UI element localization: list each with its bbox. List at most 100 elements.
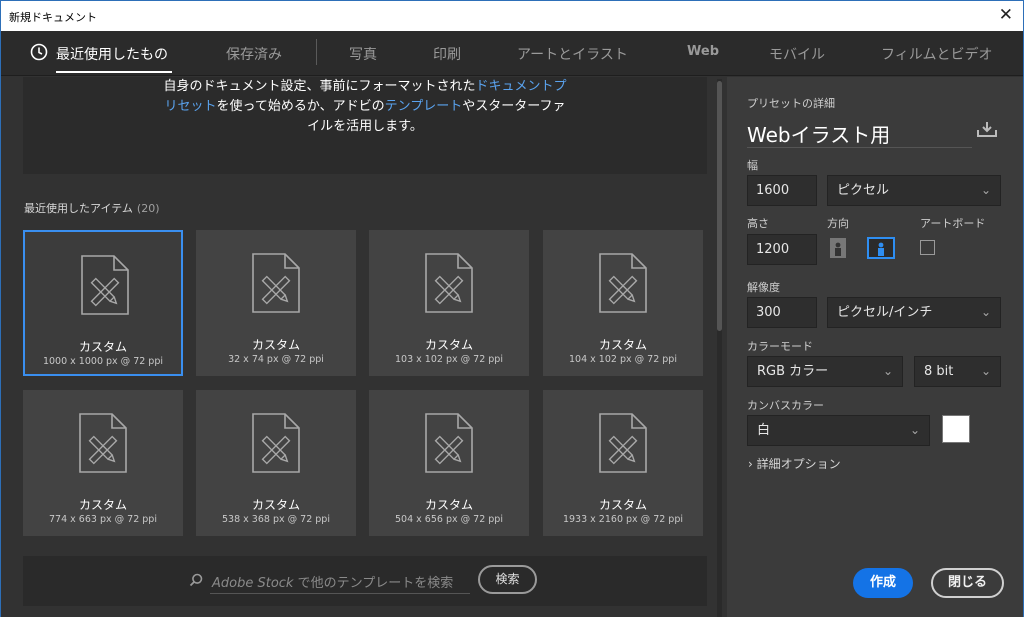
recent-item-card[interactable]: カスタム 1933 x 2160 px @ 72 ppi (543, 390, 703, 536)
resolution-label: 解像度 (747, 281, 780, 294)
recent-item-name: カスタム (78, 340, 127, 354)
advanced-options-toggle[interactable]: › 詳細オプション (748, 455, 841, 472)
document-template-icon (599, 413, 647, 473)
resolution-field[interactable]: 300 (747, 297, 817, 328)
document-template-icon (81, 255, 129, 315)
recent-item-name: カスタム (598, 498, 647, 512)
recent-item-dimensions: 103 x 102 px @ 72 ppi (395, 354, 503, 365)
recent-items-heading: 最近使用したアイテム (20) (24, 202, 160, 215)
create-button[interactable]: 作成 (853, 568, 913, 598)
preset-details-heading: プリセットの詳細 (747, 97, 835, 110)
resolution-unit-select[interactable]: ピクセル/インチ ⌄ (827, 297, 1001, 328)
preset-link[interactable]: リセット (165, 99, 217, 114)
close-icon[interactable]: ✕ (999, 5, 1013, 25)
recent-item-card[interactable]: カスタム 104 x 102 px @ 72 ppi (543, 230, 703, 376)
width-field[interactable]: 1600 (747, 175, 817, 206)
stock-search-input[interactable]: Adobe Stock で他のテンプレートを検索 (212, 572, 453, 591)
artboard-checkbox[interactable] (920, 240, 935, 255)
canvas-color-select[interactable]: 白 ⌄ (747, 415, 930, 446)
recent-item-dimensions: 104 x 102 px @ 72 ppi (569, 354, 677, 365)
resolution-unit-value: ピクセル/インチ (837, 305, 933, 320)
document-template-icon (425, 253, 473, 313)
recent-item-dimensions: 774 x 663 px @ 72 ppi (49, 514, 157, 525)
recent-item-dimensions: 1000 x 1000 px @ 72 ppi (42, 356, 164, 367)
bit-depth-value: 8 bit (924, 364, 954, 379)
scrollbar-thumb[interactable] (717, 81, 722, 331)
tab-print[interactable]: 印刷 (433, 44, 461, 64)
recent-item-card[interactable]: カスタム 103 x 102 px @ 72 ppi (369, 230, 529, 376)
stock-search-bar: Adobe Stock で他のテンプレートを検索 検索 (23, 556, 707, 606)
document-template-icon (252, 413, 300, 473)
clock-icon (30, 43, 48, 61)
canvas-color-label: カンバスカラー (747, 399, 824, 412)
close-button[interactable]: 閉じる (931, 568, 1004, 598)
recent-item-dimensions: 1933 x 2160 px @ 72 ppi (562, 514, 684, 525)
document-preset-link[interactable]: ドキュメントプ (476, 79, 567, 94)
recent-item-dimensions: 538 x 368 px @ 72 ppi (222, 514, 330, 525)
recent-item-card[interactable]: カスタム 538 x 368 px @ 72 ppi (196, 390, 356, 536)
chevron-right-icon: › (748, 457, 753, 471)
tab-saved[interactable]: 保存済み (226, 44, 282, 64)
tab-photo[interactable]: 写真 (349, 44, 377, 64)
tab-bar: 最近使用したもの 保存済み 写真 印刷 アートとイラスト Web モバイル フィ… (1, 31, 1023, 76)
new-document-dialog: 新規ドキュメント ✕ 最近使用したもの 保存済み 写真 印刷 アートとイラスト … (0, 0, 1024, 617)
chevron-down-icon: ⌄ (909, 423, 920, 437)
recent-item-dimensions: 504 x 656 px @ 72 ppi (395, 514, 503, 525)
tab-recent[interactable]: 最近使用したもの (30, 43, 168, 64)
active-tab-indicator (56, 71, 172, 73)
chevron-down-icon: ⌄ (882, 364, 893, 378)
width-label: 幅 (747, 159, 758, 172)
chevron-down-icon: ⌄ (980, 183, 991, 197)
advanced-options-label: 詳細オプション (756, 457, 841, 471)
recent-item-name: カスタム (78, 498, 127, 512)
template-link[interactable]: テンプレート (385, 99, 463, 114)
welcome-line-3: イルを活用します。 (307, 119, 423, 134)
width-unit-select[interactable]: ピクセル ⌄ (827, 175, 1001, 206)
preset-details-pane: プリセットの詳細 Webイラスト用 幅 1600 ピクセル ⌄ 高さ 方向 アート… (727, 77, 1023, 617)
document-template-icon (79, 413, 127, 473)
height-label: 高さ (747, 217, 769, 230)
recent-item-card[interactable]: カスタム 504 x 656 px @ 72 ppi (369, 390, 529, 536)
recent-item-name: カスタム (424, 498, 473, 512)
search-underline (210, 593, 470, 594)
document-template-icon (425, 413, 473, 473)
tab-recent-label: 最近使用したもの (56, 47, 168, 63)
document-template-icon (252, 253, 300, 313)
color-mode-label: カラーモード (747, 340, 813, 353)
recent-item-name: カスタム (598, 338, 647, 352)
welcome-line-1: 自身のドキュメント設定、事前にフォーマットされたドキュメントプ (163, 79, 567, 94)
portrait-orientation-icon[interactable] (827, 237, 849, 259)
document-template-icon (599, 253, 647, 313)
recent-item-card[interactable]: カスタム 774 x 663 px @ 72 ppi (23, 390, 183, 536)
color-mode-select[interactable]: RGB カラー ⌄ (747, 356, 903, 387)
tab-mobile[interactable]: モバイル (769, 44, 825, 64)
width-unit-value: ピクセル (837, 183, 890, 198)
chevron-down-icon: ⌄ (980, 364, 991, 378)
canvas-color-swatch[interactable] (942, 415, 970, 443)
tab-art-illustration[interactable]: アートとイラスト (517, 44, 628, 64)
tab-film-video[interactable]: フィルムとビデオ (881, 44, 992, 64)
recent-item-card[interactable]: カスタム 1000 x 1000 px @ 72 ppi (23, 230, 183, 376)
landscape-orientation-icon[interactable] (867, 237, 895, 259)
preset-name-input[interactable]: Webイラスト用 (747, 119, 890, 148)
stock-search-button[interactable]: 検索 (478, 565, 537, 594)
welcome-line-2: リセットを使って始めるか、アドビのテンプレートやスターターファ (164, 99, 566, 114)
color-mode-value: RGB カラー (757, 364, 829, 379)
height-field[interactable]: 1200 (747, 234, 817, 265)
presets-pane: 自身のドキュメント設定、事前にフォーマットされたドキュメントプ リセットを使って… (1, 77, 727, 617)
preset-name-underline (747, 147, 972, 148)
recent-items-count: (20) (136, 202, 160, 215)
save-preset-icon[interactable] (977, 121, 997, 137)
orientation-label: 方向 (827, 217, 849, 230)
tab-divider (316, 39, 317, 65)
artboard-label: アートボード (920, 217, 986, 230)
recent-item-name: カスタム (424, 338, 473, 352)
title-bar: 新規ドキュメント ✕ (1, 1, 1023, 31)
tab-web[interactable]: Web (687, 44, 719, 59)
canvas-color-value: 白 (757, 423, 771, 438)
recent-item-name: カスタム (251, 498, 300, 512)
bit-depth-select[interactable]: 8 bit ⌄ (914, 356, 1001, 387)
recent-item-dimensions: 32 x 74 px @ 72 ppi (228, 354, 324, 365)
search-icon (189, 573, 203, 587)
recent-item-card[interactable]: カスタム 32 x 74 px @ 72 ppi (196, 230, 356, 376)
